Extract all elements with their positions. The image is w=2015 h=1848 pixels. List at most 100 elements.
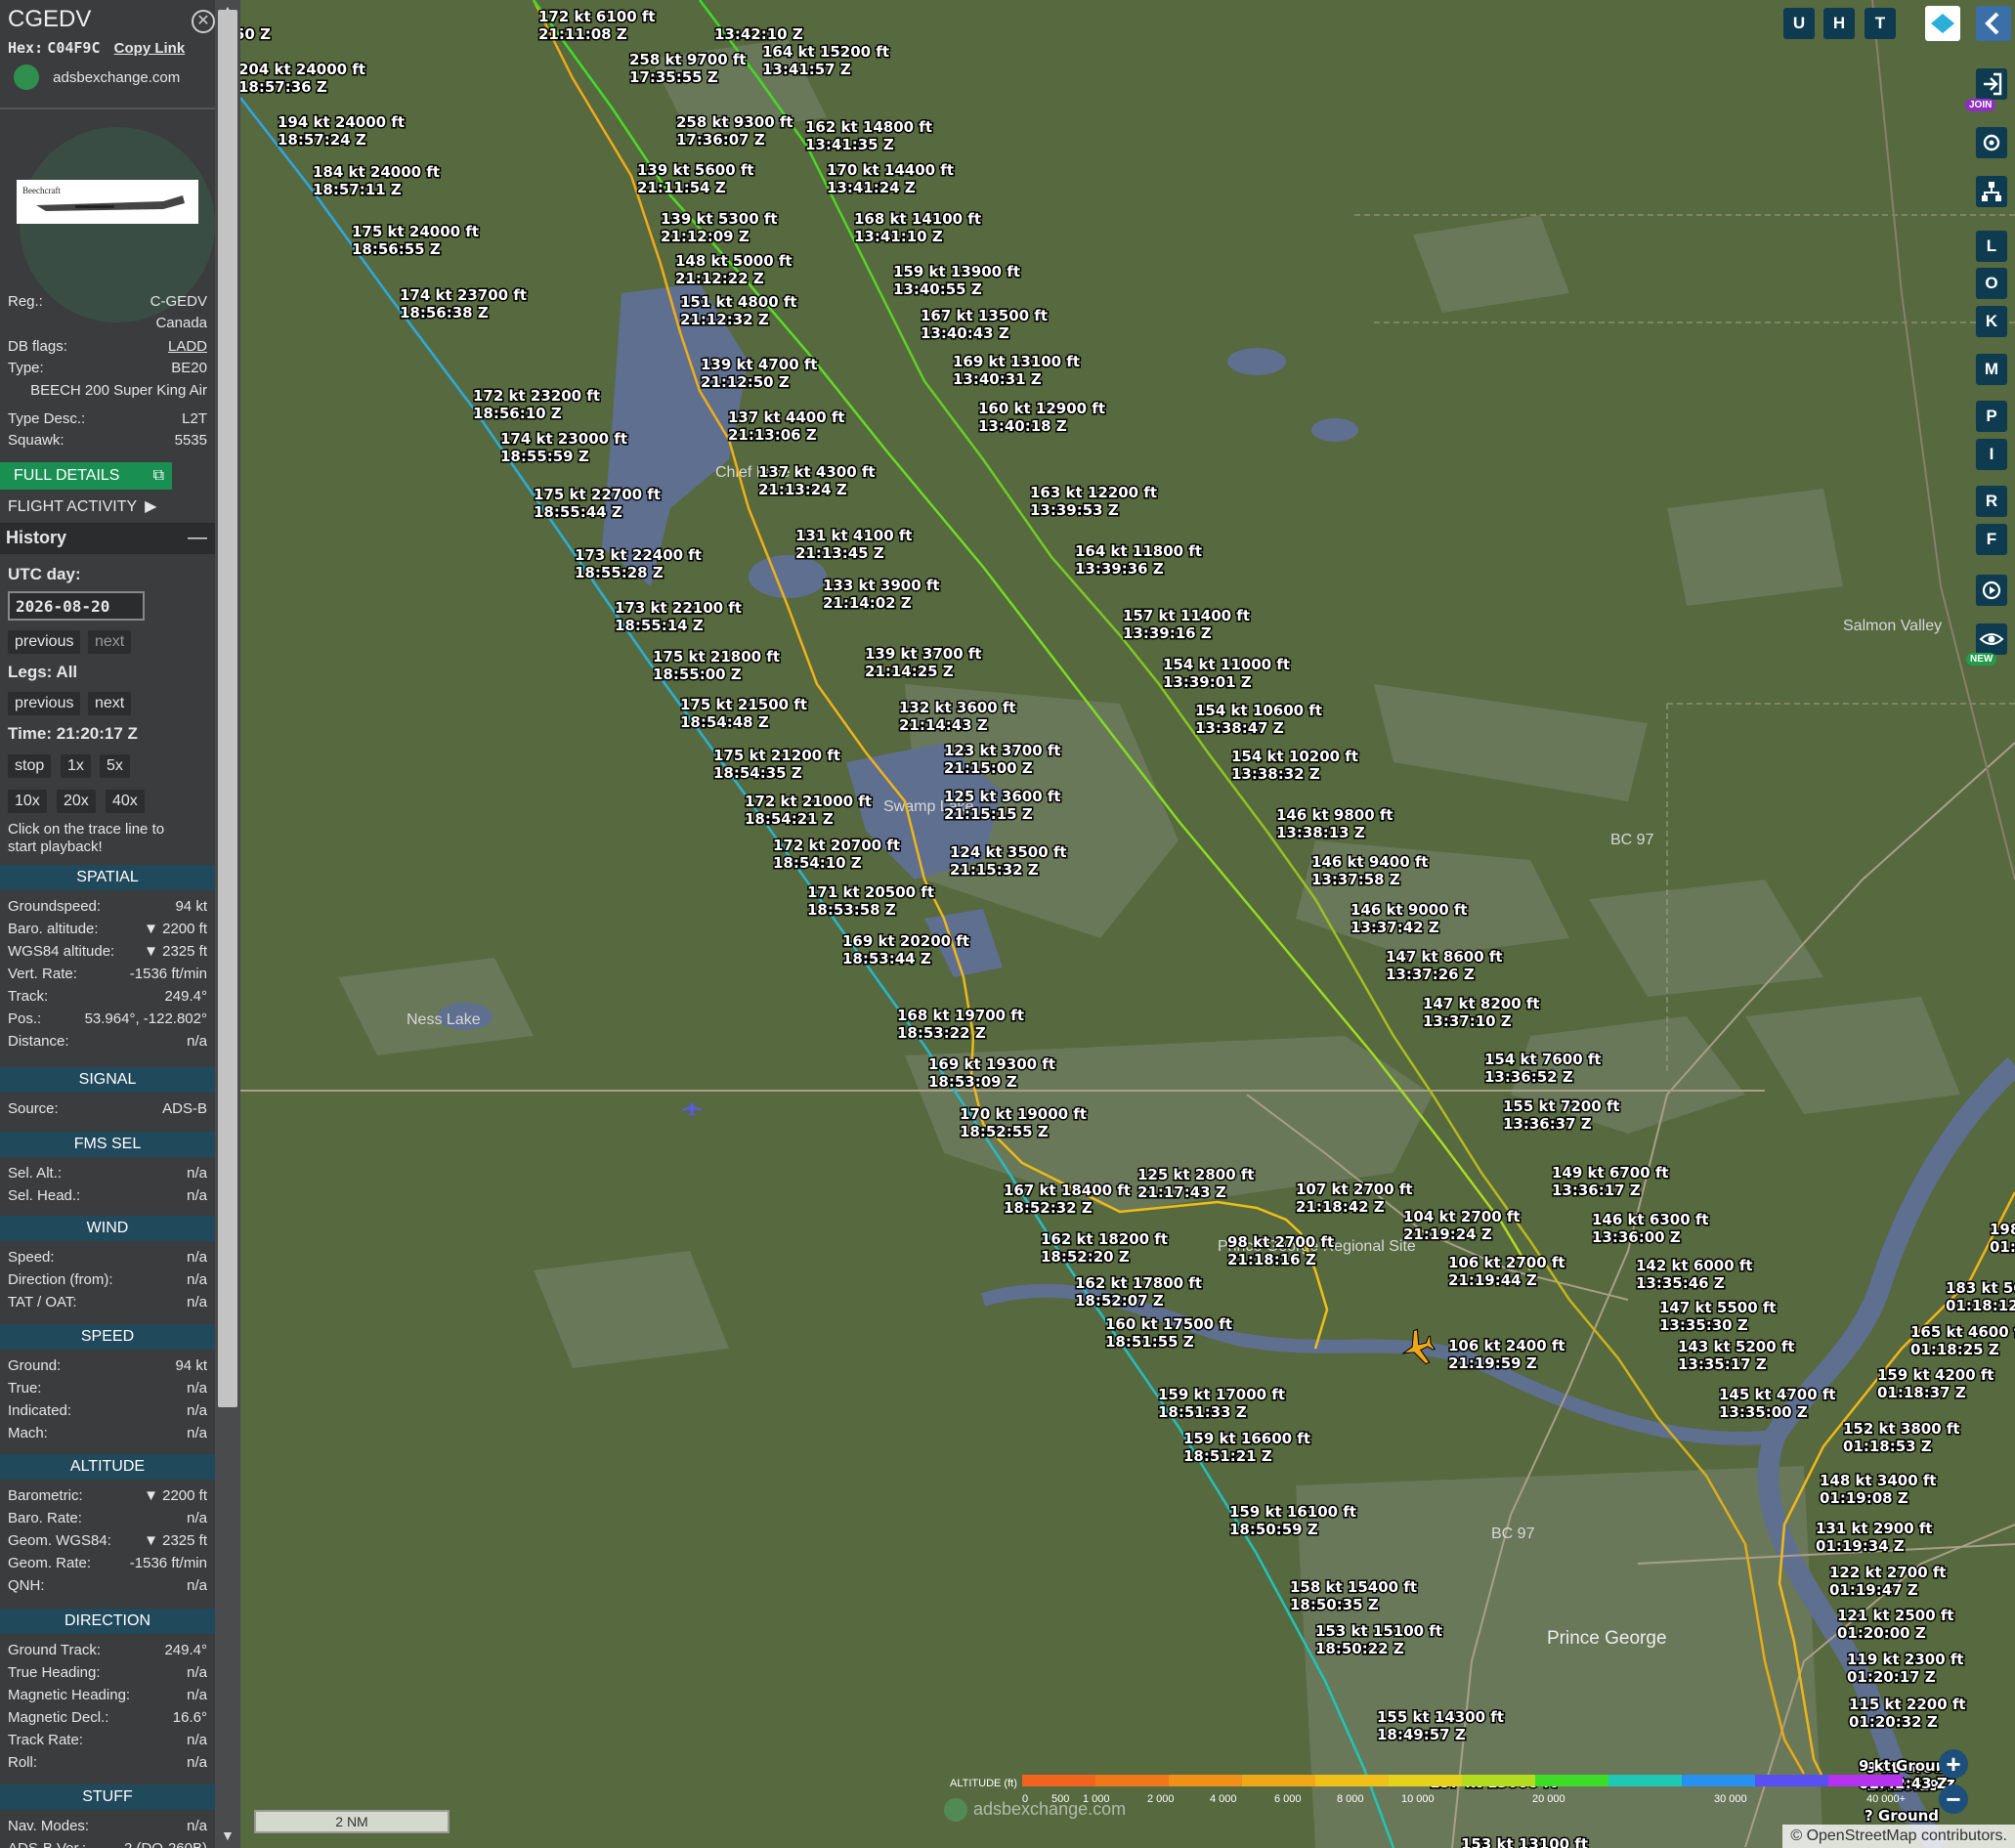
- label-time: 21:19:24 Z: [1403, 1225, 1492, 1243]
- label-speed-altitude: 175 kt 24000 ft: [352, 223, 479, 240]
- label-time: 21:11:54 Z: [637, 179, 726, 196]
- button-i[interactable]: I: [1976, 439, 2007, 470]
- button-p[interactable]: P: [1976, 401, 2007, 432]
- join-badge[interactable]: JOIN: [1965, 99, 1996, 111]
- utc-day-input[interactable]: 2026-08-20: [8, 591, 145, 621]
- signal-row: Source: ADS-B: [8, 1100, 207, 1120]
- legend-title: ALTITUDE (ft): [950, 1778, 1017, 1789]
- map-view[interactable]: Salmon Valley Prince George Ness Lake Ch…: [240, 0, 2015, 1848]
- field-value: 2 (DO-260B): [124, 1840, 207, 1848]
- field-label: Mach:: [8, 1425, 48, 1441]
- label-speed-altitude: 145 kt 4700 ft: [1719, 1386, 1836, 1403]
- label-speed-altitude: 139 kt 5600 ft: [637, 161, 754, 179]
- button-u[interactable]: U: [1783, 8, 1815, 39]
- dbflags-row: DB flags: LADD: [8, 338, 207, 355]
- label-speed-altitude: 168 kt 14100 ft: [854, 210, 981, 228]
- speed-stop-button[interactable]: stop: [8, 754, 52, 778]
- close-icon[interactable]: ✕: [192, 10, 215, 33]
- squawk: 5535: [174, 432, 207, 449]
- label-speed-altitude: 165 kt 4600 ft: [1910, 1323, 2015, 1341]
- button-k[interactable]: K: [1976, 306, 2007, 337]
- label-speed-altitude: 159 kt 17000 ft: [1158, 1386, 1285, 1403]
- button-f[interactable]: F: [1976, 524, 2007, 555]
- button-t[interactable]: T: [1865, 8, 1896, 39]
- scrollbar-thumb[interactable]: [218, 10, 237, 1407]
- label-speed-altitude: 170 kt 14400 ft: [827, 161, 954, 179]
- legend-tick-label: 1 000: [1083, 1793, 1110, 1805]
- direction-row: True Heading: n/a: [8, 1664, 207, 1684]
- field-value: ▼ 2325 ft: [144, 943, 207, 960]
- label-time: 18:54:35 Z: [713, 764, 802, 782]
- label-time: 18:51:55 Z: [1105, 1333, 1194, 1351]
- dbflags-link[interactable]: LADD: [168, 338, 207, 355]
- squawk-row: Squawk: 5535: [8, 432, 207, 449]
- label-time: 13:40:31 Z: [953, 370, 1042, 388]
- label-speed-altitude: 155 kt 14300 ft: [1377, 1708, 1504, 1726]
- collapse-minus-icon[interactable]: —: [188, 527, 207, 549]
- eye-icon[interactable]: [1976, 623, 2007, 655]
- speed-5x-button[interactable]: 5x: [100, 754, 130, 778]
- speed-20x-button[interactable]: 20x: [57, 790, 96, 813]
- label-time: 18:52:32 Z: [1004, 1199, 1093, 1217]
- sidebar-scrollbar[interactable]: ▲ ▼: [215, 0, 240, 1848]
- button-h[interactable]: H: [1823, 8, 1855, 39]
- label-speed-altitude: 169 kt 19300 ft: [928, 1055, 1055, 1073]
- label-time: 13:35:46 Z: [1636, 1274, 1725, 1292]
- day-previous-button[interactable]: previous: [8, 630, 81, 654]
- settings-gear-icon[interactable]: [1976, 127, 2007, 158]
- highway-shield-bc97-south: BC 97: [1491, 1526, 1535, 1542]
- section-direction: DIRECTION: [0, 1609, 215, 1634]
- speed-1x-button[interactable]: 1x: [61, 754, 91, 778]
- direction-row: Magnetic Decl.: 16.6°: [8, 1709, 207, 1729]
- label-speed-altitude: 184 kt 24000 ft: [313, 163, 440, 181]
- label-speed-altitude: 175 kt 22700 ft: [534, 486, 661, 503]
- label-time: 13:38:47 Z: [1195, 719, 1284, 737]
- aircraft-photo[interactable]: Beechcraft: [17, 180, 198, 224]
- trace-point-label: 153 kt 13100 ft18:49:18 Z: [1460, 1834, 1590, 1848]
- altitude-legend: ALTITUDE (ft) 0 500 1 000 2 000 4 000 6 000 8 …: [948, 1773, 1925, 1812]
- login-icon[interactable]: [1976, 68, 2007, 100]
- label-speed-altitude: 154 kt 7600 ft: [1484, 1051, 1602, 1068]
- scroll-down-icon[interactable]: ▼: [221, 1827, 235, 1843]
- history-header[interactable]: History —: [0, 523, 215, 554]
- replay-icon[interactable]: [1976, 575, 2007, 606]
- copy-link[interactable]: Copy Link: [114, 40, 186, 57]
- hierarchy-icon[interactable]: [1976, 176, 2007, 207]
- field-value: 16.6°: [172, 1709, 207, 1726]
- leg-previous-button[interactable]: previous: [8, 692, 81, 715]
- place-salmon-valley: Salmon Valley: [1843, 618, 1942, 634]
- map-attribution[interactable]: © OpenStreetMap contributors.: [1782, 1825, 2015, 1848]
- button-r[interactable]: R: [1976, 486, 2007, 517]
- label-time: 13:36:37 Z: [1503, 1115, 1592, 1133]
- label-time: 21:14:25 Z: [865, 663, 954, 680]
- altitude-row: Geom. Rate: -1536 ft/min: [8, 1555, 207, 1574]
- speed-10x-button[interactable]: 10x: [8, 790, 47, 813]
- site-row[interactable]: adsbexchange.com: [14, 64, 180, 90]
- label-time: 01:19:47 Z: [1829, 1581, 1918, 1599]
- zoom-in-button[interactable]: +: [1939, 1749, 1968, 1779]
- aircraft-model: BEECH 200 Super King Air: [30, 382, 207, 399]
- button-m[interactable]: M: [1976, 354, 2007, 385]
- label-time: 01:20:00 Z: [1837, 1624, 1926, 1642]
- map-canvas[interactable]: Salmon Valley Prince George Ness Lake Ch…: [240, 0, 2015, 1848]
- leg-next-button[interactable]: next: [88, 692, 132, 715]
- day-next-button[interactable]: next: [88, 630, 132, 654]
- zoom-out-button[interactable]: −: [1939, 1784, 1968, 1814]
- layers-icon[interactable]: [1925, 6, 1960, 41]
- button-o[interactable]: O: [1976, 268, 2007, 299]
- field-value: -1536 ft/min: [129, 966, 207, 982]
- field-value: 53.964°, -122.802°: [84, 1010, 207, 1027]
- label-time: 21:11:08 Z: [538, 25, 627, 43]
- button-l[interactable]: L: [1976, 231, 2007, 262]
- speed-40x-button[interactable]: 40x: [106, 790, 145, 813]
- label-speed-altitude: 162 kt 14800 ft: [805, 118, 932, 136]
- field-value: ADS-B: [162, 1100, 207, 1117]
- section-speed: SPEED: [0, 1324, 215, 1350]
- full-details-button[interactable]: FULL DETAILS ⧉: [0, 462, 172, 490]
- collapse-sidebar-icon[interactable]: [1976, 6, 2011, 41]
- speed-row: Ground: 94 kt: [8, 1357, 207, 1377]
- flight-activity-button[interactable]: FLIGHT ACTIVITY ▶: [8, 496, 156, 516]
- label-speed-altitude: 164 kt 11800 ft: [1075, 542, 1202, 560]
- label-time: 01:20:17 Z: [1847, 1668, 1936, 1686]
- label-speed-altitude: 124 kt 3500 ft: [950, 843, 1067, 861]
